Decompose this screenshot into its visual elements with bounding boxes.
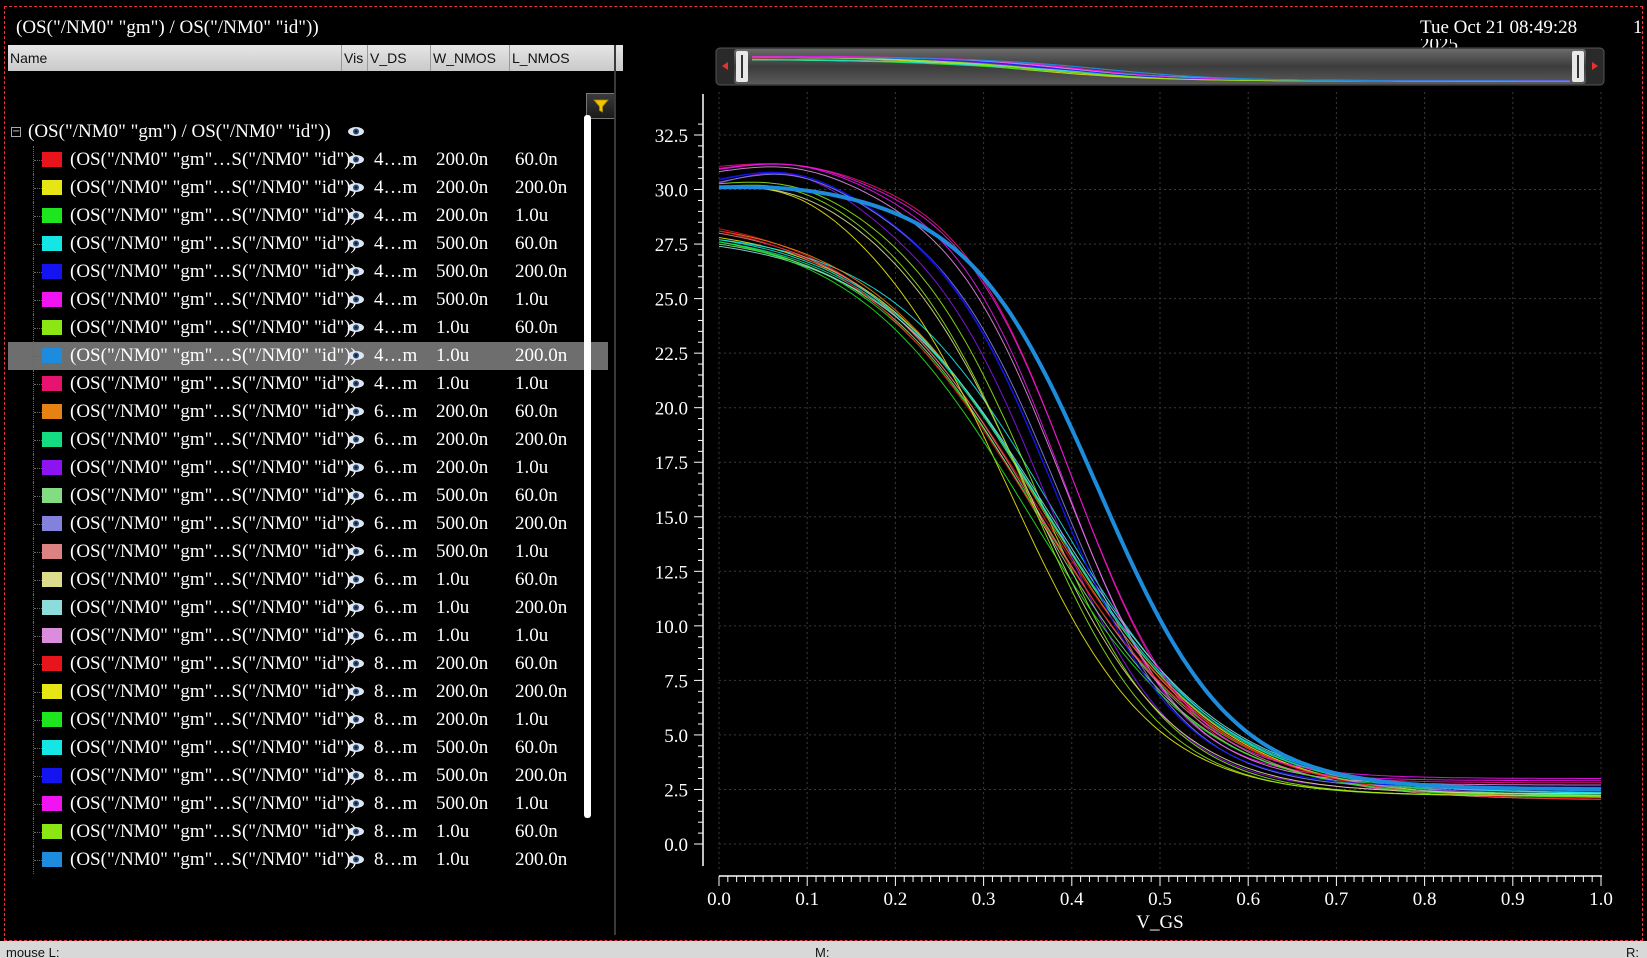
y-tick-label: 22.5 (655, 344, 688, 365)
x-tick-label: 0.1 (795, 889, 819, 910)
y-tick-label: 2.5 (664, 780, 688, 801)
x-tick-label: 0.0 (707, 889, 731, 910)
mouse-right-status: R: (1626, 945, 1639, 958)
x-axis-label: V_GS (1136, 912, 1184, 933)
y-tick-label: 10.0 (655, 617, 688, 638)
y-tick-label: 30.0 (655, 181, 688, 202)
x-tick-label: 1.0 (1589, 889, 1613, 910)
y-tick-label: 0.0 (664, 835, 688, 856)
x-tick-label: 0.4 (1060, 889, 1084, 910)
overview-scroller[interactable] (715, 47, 1605, 86)
y-tick-label: 15.0 (655, 508, 688, 529)
x-tick-label: 0.6 (1236, 889, 1260, 910)
x-tick-label: 0.2 (884, 889, 908, 910)
y-tick-label: 20.0 (655, 399, 688, 420)
status-bar: mouse L: M: R: (0, 941, 1647, 958)
graph-area[interactable]: 0.0 2.5 5.0 7.5 10.0 12.5 15.0 17.5 20.0 22.5 25.0… (0, 0, 1647, 941)
x-tick-label: 0.5 (1148, 889, 1172, 910)
mouse-left-status: mouse L: (6, 945, 60, 958)
plot-grid (718, 92, 1602, 872)
series-line[interactable] (719, 171, 1601, 788)
series-line[interactable] (719, 171, 1601, 788)
y-tick-label: 32.5 (655, 126, 688, 147)
y-tick-label: 12.5 (655, 562, 688, 583)
x-tick-label: 0.9 (1501, 889, 1525, 910)
mouse-middle-status: M: (815, 945, 830, 958)
x-tick-label: 0.7 (1325, 889, 1349, 910)
y-tick-label: 27.5 (655, 235, 688, 256)
y-tick-label: 25.0 (655, 290, 688, 311)
y-tick-label: 7.5 (664, 671, 688, 692)
plot-curves (719, 163, 1601, 800)
x-tick-label: 0.3 (972, 889, 996, 910)
y-tick-label: 17.5 (655, 453, 688, 474)
y-tick-label: 5.0 (664, 726, 688, 747)
x-tick-label: 0.8 (1413, 889, 1437, 910)
